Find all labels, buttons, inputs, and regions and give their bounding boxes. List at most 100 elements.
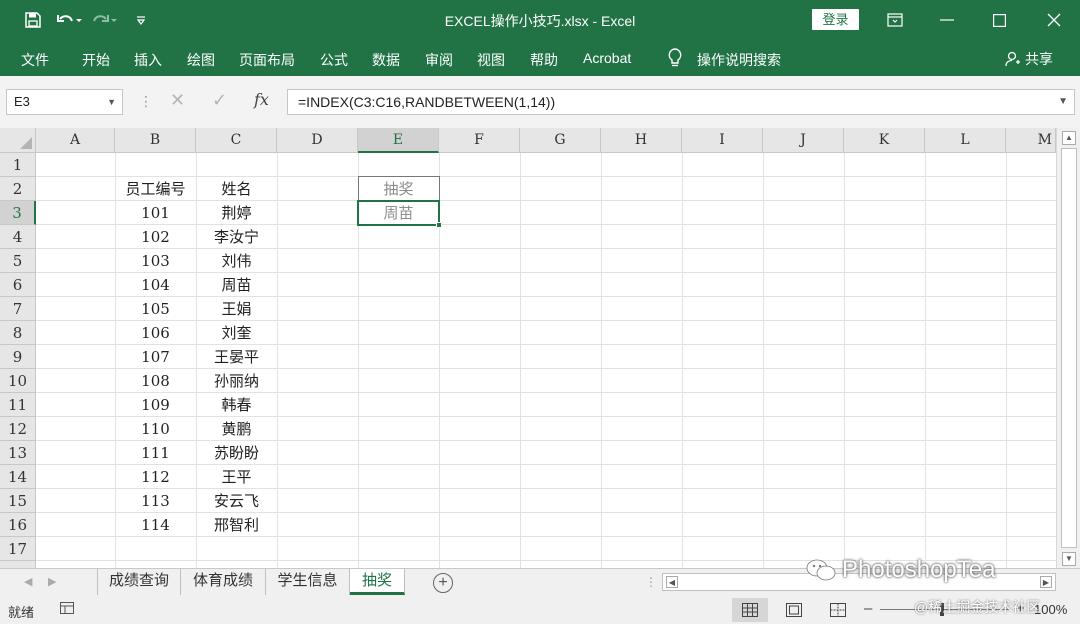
cell-b12[interactable]: 110 [115, 417, 196, 441]
name-box-dropdown-icon[interactable]: ▼ [107, 90, 116, 114]
row-header-9[interactable]: 9 [0, 345, 36, 369]
cell-c5[interactable]: 刘伟 [196, 249, 277, 273]
close-icon[interactable] [1028, 0, 1080, 40]
column-header-i[interactable]: I [682, 128, 763, 153]
login-button[interactable]: 登录 [812, 9, 859, 30]
sheet-tab-pe-scores[interactable]: 体育成绩 [181, 569, 266, 595]
cell-b14[interactable]: 112 [115, 465, 196, 489]
column-header-c[interactable]: C [196, 128, 277, 153]
cell-b7[interactable]: 105 [115, 297, 196, 321]
row-header-2[interactable]: 2 [0, 177, 36, 201]
select-all-corner[interactable] [0, 128, 36, 153]
cell-b16[interactable]: 114 [115, 513, 196, 537]
tab-home[interactable]: 开始 [82, 50, 110, 70]
zoom-slider-track[interactable] [880, 609, 1010, 610]
cell-c14[interactable]: 王平 [196, 465, 277, 489]
column-header-j[interactable]: J [763, 128, 844, 153]
row-header-10[interactable]: 10 [0, 369, 36, 393]
cell-b11[interactable]: 109 [115, 393, 196, 417]
cell-c9[interactable]: 王晏平 [196, 345, 277, 369]
sheet-tab-score-query[interactable]: 成绩查询 [97, 569, 181, 595]
expand-formula-bar-icon[interactable]: ▼ [1058, 90, 1068, 114]
column-header-g[interactable]: G [520, 128, 601, 153]
cell-c12[interactable]: 黄鹏 [196, 417, 277, 441]
name-box[interactable]: E3 ▼ [6, 89, 123, 115]
row-header-4[interactable]: 4 [0, 225, 36, 249]
fill-handle[interactable] [436, 222, 442, 228]
row-header-6[interactable]: 6 [0, 273, 36, 297]
drag-handle-icon[interactable]: ⋮ [139, 93, 153, 110]
column-header-b[interactable]: B [115, 128, 196, 153]
row-header-18-partial[interactable] [0, 561, 36, 568]
zoom-level[interactable]: 100% [1034, 602, 1067, 617]
cell-c11[interactable]: 韩春 [196, 393, 277, 417]
tab-draw[interactable]: 绘图 [187, 50, 215, 70]
tab-review[interactable]: 审阅 [425, 50, 453, 70]
cell-b3[interactable]: 101 [115, 201, 196, 225]
scroll-right-icon[interactable]: ▶ [1040, 576, 1052, 588]
cell-e2-lottery-label[interactable]: 抽奖 [358, 177, 439, 201]
tab-formulas[interactable]: 公式 [320, 50, 348, 70]
cell-c8[interactable]: 刘奎 [196, 321, 277, 345]
cell-b4[interactable]: 102 [115, 225, 196, 249]
tab-help[interactable]: 帮助 [530, 50, 558, 70]
redo-icon[interactable] [92, 8, 118, 32]
cell-b15[interactable]: 113 [115, 489, 196, 513]
zoom-out-icon[interactable]: – [864, 600, 872, 617]
sheet-tab-student-info[interactable]: 学生信息 [266, 569, 350, 595]
cell-c7[interactable]: 王娟 [196, 297, 277, 321]
cell-c2[interactable]: 姓名 [196, 177, 277, 201]
scroll-up-icon[interactable]: ▲ [1062, 131, 1076, 145]
share-button[interactable]: 共享 [1005, 49, 1053, 69]
macro-record-icon[interactable] [60, 602, 74, 617]
cell-c15[interactable]: 安云飞 [196, 489, 277, 513]
add-sheet-icon[interactable]: + [433, 573, 453, 593]
row-header-13[interactable]: 13 [0, 441, 36, 465]
scroll-down-icon[interactable]: ▼ [1062, 552, 1076, 566]
row-header-15[interactable]: 15 [0, 489, 36, 513]
column-header-k[interactable]: K [844, 128, 925, 153]
cell-b5[interactable]: 103 [115, 249, 196, 273]
cell-b13[interactable]: 111 [115, 441, 196, 465]
zoom-slider-thumb[interactable] [940, 603, 944, 616]
column-header-m[interactable]: M [1006, 128, 1056, 153]
cell-b10[interactable]: 108 [115, 369, 196, 393]
row-header-14[interactable]: 14 [0, 465, 36, 489]
tab-data[interactable]: 数据 [372, 50, 400, 70]
page-break-view-icon[interactable] [820, 598, 856, 622]
cell-b9[interactable]: 107 [115, 345, 196, 369]
column-header-f[interactable]: F [439, 128, 520, 153]
normal-view-icon[interactable] [732, 598, 768, 622]
row-header-12[interactable]: 12 [0, 417, 36, 441]
zoom-in-icon[interactable]: + [1016, 600, 1025, 617]
cell-c13[interactable]: 苏盼盼 [196, 441, 277, 465]
insert-function-icon[interactable]: fx [254, 90, 269, 109]
previous-sheet-icon[interactable]: ◀ [24, 575, 32, 588]
minimize-icon[interactable] [921, 0, 973, 40]
cell-c10[interactable]: 孙丽纳 [196, 369, 277, 393]
tell-me-search[interactable]: 操作说明搜索 [697, 50, 781, 70]
tab-acrobat[interactable]: Acrobat [583, 50, 631, 66]
vertical-scrollbar[interactable]: ▲ ▼ [1056, 128, 1080, 568]
cell-b6[interactable]: 104 [115, 273, 196, 297]
column-header-e[interactable]: E [358, 128, 439, 153]
tab-file[interactable]: 文件 [21, 50, 49, 70]
next-sheet-icon[interactable]: ▶ [48, 575, 56, 588]
row-header-16[interactable]: 16 [0, 513, 36, 537]
cell-c4[interactable]: 李汝宁 [196, 225, 277, 249]
tab-insert[interactable]: 插入 [134, 50, 162, 70]
cell-b2[interactable]: 员工编号 [115, 177, 196, 201]
undo-icon[interactable] [56, 8, 82, 32]
row-header-8[interactable]: 8 [0, 321, 36, 345]
row-header-1[interactable]: 1 [0, 153, 36, 177]
row-header-11[interactable]: 11 [0, 393, 36, 417]
customize-toolbar-icon[interactable] [128, 8, 154, 32]
tab-page-layout[interactable]: 页面布局 [239, 50, 295, 70]
cell-c16[interactable]: 邢智利 [196, 513, 277, 537]
save-icon[interactable] [20, 8, 46, 32]
row-header-17[interactable]: 17 [0, 537, 36, 561]
cancel-formula-icon[interactable]: ✕ [170, 90, 185, 111]
tab-view[interactable]: 视图 [477, 50, 505, 70]
formula-input[interactable]: =INDEX(C3:C16,RANDBETWEEN(1,14)) ▼ [287, 89, 1075, 115]
column-header-l[interactable]: L [925, 128, 1006, 153]
